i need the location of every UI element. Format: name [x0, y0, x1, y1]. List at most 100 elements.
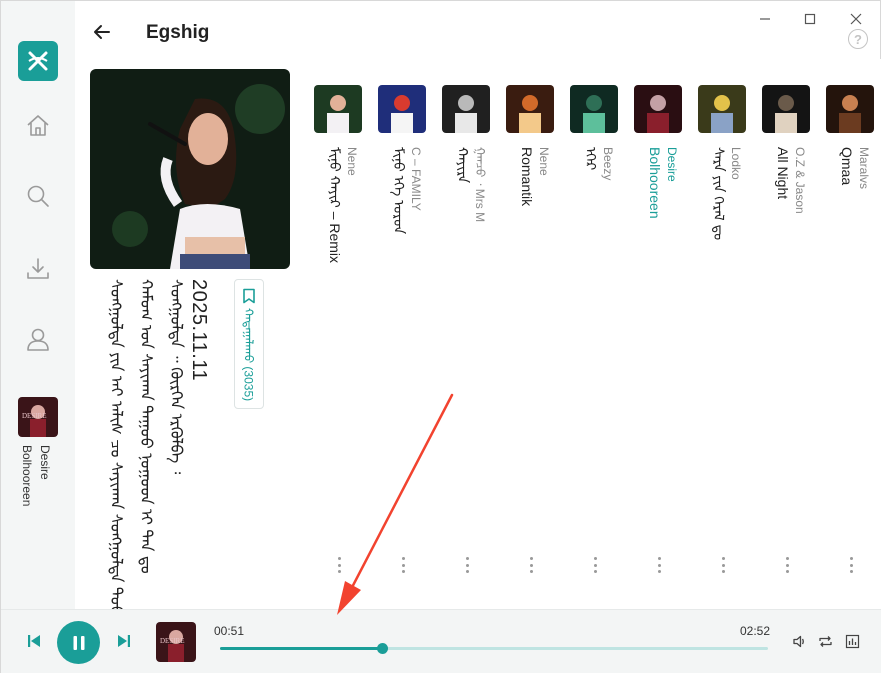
close-button[interactable] — [847, 10, 865, 28]
track-artist: C – FAMILY — [409, 147, 423, 211]
now-playing-thumbnail[interactable]: DESIRE — [18, 397, 58, 437]
sidebar-item-search[interactable] — [24, 182, 52, 210]
track-thumbnail[interactable] — [698, 85, 746, 133]
repeat-button[interactable] — [817, 633, 833, 649]
more-vertical-icon — [401, 570, 405, 573]
repeat-icon — [818, 635, 832, 647]
search-icon — [27, 185, 49, 207]
current-time: 00:51 — [214, 624, 245, 638]
track-item[interactable]: O.Z & Jason All Night — [762, 85, 812, 214]
track-title: ᠰᠠᠷᠠ ᠶᠢᠨ ᠭᠡᠷᠡᠯ ᠳᠤ — [711, 147, 727, 241]
more-vertical-icon — [401, 557, 405, 560]
track-thumbnail[interactable] — [762, 85, 810, 133]
back-button[interactable] — [91, 21, 113, 43]
player-thumbnail[interactable]: DESIRE — [156, 622, 196, 662]
track-title: All Night — [775, 147, 791, 200]
more-vertical-icon — [657, 563, 661, 567]
track-item[interactable]: Nene Romantik — [506, 85, 556, 206]
playlist-description-line: ᠰᠣᠩᠭᠣᠯᠲᠠ ᠃ ᠬᠦᠷᠭᠡᠨ ᠡᠷᠭᠦᠯᠪᠡ ᠄ — [167, 279, 184, 475]
track-item[interactable]: Nene ᠮᠢᠨᠤ ᠬᠠᠶᠢᠷ – Remix — [314, 85, 364, 263]
playlist-description-line: ᠰᠣᠩᠭᠣᠯᠲᠠ ᠶᠢᠨ ᠠᠶ ᠠᠯᠢᠰ ᠴᠤ ᠰᠠᠶᠢᠬᠠᠨ ᠰᠣᠩᠭᠣᠯᠲᠠ… — [107, 279, 124, 617]
track-thumbnail[interactable] — [314, 85, 362, 133]
equalizer-button[interactable] — [844, 633, 860, 649]
track-thumbnail[interactable] — [506, 85, 554, 133]
bookmark-count-button[interactable]: ᠬᠠᠳᠠᠭᠠᠯᠠᠬᠤ (3035) — [234, 279, 264, 409]
more-vertical-icon — [849, 557, 853, 560]
track-title: Bolhooreen — [647, 147, 663, 219]
player-bar: DESIRE 00:51 02:52 — [1, 609, 881, 673]
more-options-button[interactable] — [846, 557, 856, 573]
download-icon — [27, 258, 49, 279]
more-options-button[interactable] — [462, 557, 472, 573]
app-logo[interactable] — [18, 41, 58, 81]
help-button[interactable]: ? — [848, 29, 868, 49]
more-vertical-icon — [785, 557, 789, 560]
minimize-icon — [760, 18, 770, 20]
more-vertical-icon — [721, 570, 725, 573]
track-artist: Beezy — [601, 147, 615, 181]
track-thumbnail[interactable] — [378, 85, 426, 133]
track-item[interactable]: Desire Bolhooreen — [634, 85, 684, 219]
progress-knob[interactable] — [377, 643, 389, 654]
more-vertical-icon — [785, 563, 789, 567]
more-options-button[interactable] — [590, 557, 600, 573]
minimize-button[interactable] — [756, 10, 774, 28]
svg-text:DESIRE: DESIRE — [22, 412, 47, 420]
sidebar-item-profile[interactable] — [24, 325, 52, 353]
more-vertical-icon — [785, 570, 789, 573]
next-button[interactable] — [115, 632, 133, 650]
track-thumbnail[interactable] — [570, 85, 618, 133]
more-options-button[interactable] — [334, 557, 344, 573]
track-item[interactable]: Maralvs Qmaa — [826, 85, 876, 189]
maximize-icon — [804, 13, 816, 25]
track-item[interactable]: C – FAMILY ᠮᠢᠨᠤ ᠡᠬᠡ ᠣᠷᠣᠨ — [378, 85, 428, 234]
home-icon — [27, 115, 49, 136]
track-title: ᠮᠢᠨᠤ ᠬᠠᠶᠢᠷ – Remix — [327, 147, 343, 264]
more-vertical-icon — [465, 557, 469, 560]
track-artist: ᠭᠠᠨᠴᠤ ᠂ Mrs M — [473, 147, 487, 223]
track-item[interactable]: Beezy ᠡᠭᠡᠷ — [570, 85, 620, 180]
track-artist: Lodko — [729, 147, 743, 180]
skip-previous-icon — [28, 635, 40, 647]
more-vertical-icon — [529, 563, 533, 567]
track-artist: Maralvs — [857, 147, 871, 190]
previous-button[interactable] — [25, 632, 43, 650]
more-vertical-icon — [337, 557, 341, 560]
sidebar-item-home[interactable] — [24, 112, 52, 140]
more-options-button[interactable] — [526, 557, 536, 573]
playlist-description-line: ᠬᠠᠮᠤᠭ ᠤᠨ ᠰᠠᠶᠢᠬᠠᠨ ᠳᠠᠭᠤᠤ ᠨᠤᠭᠤᠳ ᠢ ᠲᠠᠨ ᠳᠤ — [137, 279, 154, 574]
track-thumbnail[interactable] — [442, 85, 490, 133]
close-icon — [850, 13, 862, 25]
now-playing-title[interactable]: Bolhooreen — [20, 445, 34, 506]
play-pause-button[interactable] — [57, 621, 100, 664]
playlist-date: 2025.11.11 — [188, 279, 210, 382]
more-options-button[interactable] — [654, 557, 664, 573]
user-icon — [27, 328, 49, 351]
page-title: Egshig — [146, 22, 210, 43]
now-playing-artist[interactable]: Desire — [38, 445, 52, 480]
progress-bar[interactable] — [220, 643, 768, 654]
sidebar-item-download[interactable] — [24, 255, 52, 283]
sidebar: DESIRE Desire Bolhooreen — [1, 1, 75, 609]
track-thumbnail[interactable] — [826, 85, 874, 133]
maximize-button[interactable] — [801, 10, 819, 28]
more-vertical-icon — [529, 570, 533, 573]
track-title: Qmaa — [839, 147, 855, 186]
more-vertical-icon — [657, 570, 661, 573]
volume-button[interactable] — [791, 633, 807, 649]
bookmark-count-label: ᠬᠠᠳᠠᠭᠠᠯᠠᠬᠤ (3035) — [241, 308, 256, 402]
skip-next-icon — [118, 635, 130, 647]
more-options-button[interactable] — [782, 557, 792, 573]
more-options-button[interactable] — [398, 557, 408, 573]
more-options-button[interactable] — [718, 557, 728, 573]
more-vertical-icon — [849, 570, 853, 573]
more-vertical-icon — [849, 563, 853, 567]
track-item[interactable]: Lodko ᠰᠠᠷᠠ ᠶᠢᠨ ᠭᠡᠷᠡᠯ ᠳᠤ — [698, 85, 748, 240]
more-vertical-icon — [721, 563, 725, 567]
equalizer-icon — [845, 634, 859, 648]
track-artist: Nene — [537, 147, 551, 176]
more-vertical-icon — [465, 563, 469, 567]
app-logo-icon — [28, 51, 48, 71]
track-item[interactable]: ᠭᠠᠨᠴᠤ ᠂ Mrs M ᠬᠠᠶᠢᠷᠠ — [442, 85, 492, 222]
track-thumbnail[interactable] — [634, 85, 682, 133]
